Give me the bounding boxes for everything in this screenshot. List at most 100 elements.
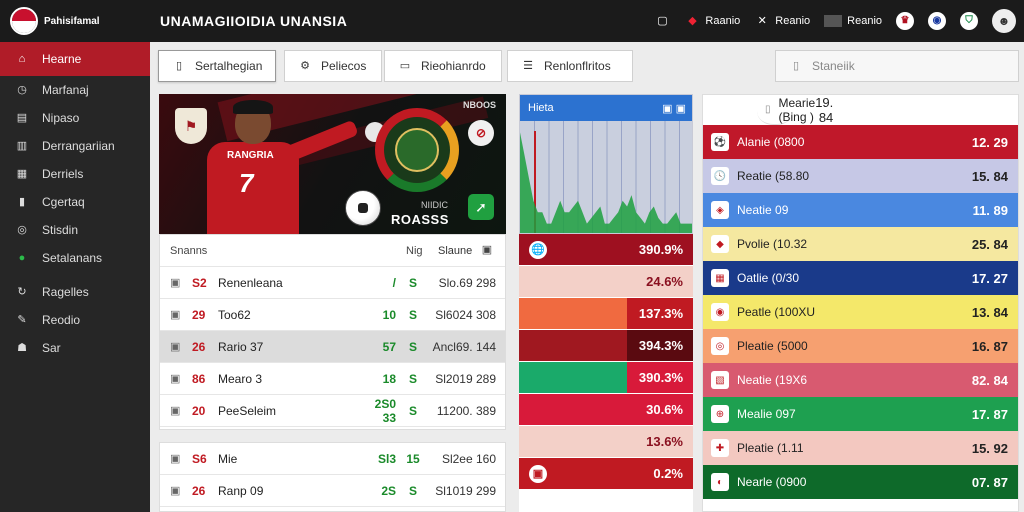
badge-icon: ⊘ bbox=[468, 120, 494, 146]
stats-row[interactable]: ◆ Pvolie (10.32 25. 84 bbox=[703, 227, 1018, 261]
chart-header: Hieta ▣ ▣ bbox=[520, 95, 692, 121]
sidebar-item-9[interactable]: ✎ Reodio bbox=[0, 306, 150, 334]
row-icon: ▣ bbox=[170, 405, 181, 417]
sidebar-item-label: Sar bbox=[42, 341, 61, 355]
percent-row[interactable]: 394.3% bbox=[519, 330, 693, 362]
row-value-b: S bbox=[408, 339, 417, 354]
chat-icon: ▭ bbox=[399, 59, 411, 72]
file-icon: ▯ bbox=[175, 59, 183, 72]
row-value-a: / bbox=[392, 275, 396, 290]
row-value-c: Sl2019 289 bbox=[435, 371, 496, 386]
sidebar-item-4[interactable]: ▦ Derriels bbox=[0, 160, 150, 188]
square-icon: ▯ bbox=[765, 100, 771, 119]
row-value-c: 11200. 389 bbox=[436, 403, 496, 418]
row-value-c: Slo.69 298 bbox=[438, 275, 496, 290]
table-row[interactable]: ▣ 26 Rario 37 57 S Ancl69. 144 bbox=[160, 331, 505, 363]
go-button[interactable]: ➚ bbox=[468, 194, 494, 220]
sidebar-item-2[interactable]: ▤ Nipaso bbox=[0, 104, 150, 132]
nav-monitor[interactable]: ▢ bbox=[654, 13, 670, 29]
nav-item-3[interactable]: Reanio bbox=[824, 15, 882, 27]
stats-label: Alanie (0800 bbox=[737, 135, 805, 149]
sidebar-item-10[interactable]: ☗ Sar bbox=[0, 334, 150, 362]
tab-4[interactable]: ☰ Renlonflritos bbox=[507, 50, 633, 82]
percent-row[interactable]: 390.3% bbox=[519, 362, 693, 394]
monitor-icon: ▢ bbox=[657, 14, 668, 27]
col-name: Snanns bbox=[170, 244, 208, 257]
col-nig: Nig bbox=[406, 244, 423, 257]
stats-value: 17. 27 bbox=[971, 270, 1008, 286]
nav-item-2[interactable]: ✕ Reanio bbox=[754, 13, 810, 29]
team-badge-icon: ◎ bbox=[711, 337, 729, 355]
percent-row[interactable]: 24.6% bbox=[519, 266, 693, 298]
tab-2[interactable]: ⚙ Peliecos bbox=[284, 50, 382, 82]
row-value-b: 15 bbox=[406, 451, 420, 466]
row-value-c: Ancl69. 144 bbox=[432, 339, 496, 354]
percent-row[interactable]: 30.6% bbox=[519, 394, 693, 426]
stats-row[interactable]: ✚ Pleatie (1.11 15. 92 bbox=[703, 431, 1018, 465]
hero-banner[interactable]: ⚑ RANGRIA 7 NBOOS ⊘ NIIDIC ROASSS ➚ bbox=[159, 94, 506, 234]
stats-row[interactable]: ◎ Pleatie (5000 16. 87 bbox=[703, 329, 1018, 363]
sidebar-item-home[interactable]: ⌂ Hearne bbox=[0, 42, 150, 76]
stats-row[interactable]: ⚽ Alanie (0800 12. 29 bbox=[703, 125, 1018, 159]
sidebar-item-5[interactable]: ▮ Cgertaq bbox=[0, 188, 150, 216]
sidebar-item-1[interactable]: ◷ Marfanaj bbox=[0, 76, 150, 104]
sidebar-item-label: Cgertaq bbox=[42, 195, 85, 209]
percent-value: 390.9% bbox=[638, 242, 683, 257]
stats-row[interactable]: 🕓 Reatie (58.80 15. 84 bbox=[703, 159, 1018, 193]
table-row[interactable]: ▣ 29 Too62 10 S Sl6024 308 bbox=[160, 299, 505, 331]
row-icon: ▣ bbox=[170, 341, 181, 353]
table-row[interactable]: ▣ 26 Ranp 09 2S S Sl1019 299 bbox=[160, 475, 505, 507]
stats-row[interactable]: ◈ Neatie 09 11. 89 bbox=[703, 193, 1018, 227]
avatar[interactable]: ☻ bbox=[992, 9, 1016, 33]
table-row[interactable]: ▣ 86 Mearo 3 18 S Sl2019 289 bbox=[160, 363, 505, 395]
sidebar-item-7[interactable]: ● Setalanans bbox=[0, 244, 150, 272]
row-rank: S2 bbox=[192, 275, 207, 290]
expand-icon[interactable]: ▣ bbox=[479, 243, 495, 259]
row-rank: 26 bbox=[192, 483, 206, 498]
row-value-a: 57 bbox=[382, 339, 396, 354]
nav-shield[interactable]: ⛉ bbox=[960, 12, 978, 30]
team-badge-icon: ⊕ bbox=[711, 405, 729, 423]
nav-item-1[interactable]: ◆ Raanio bbox=[684, 13, 740, 29]
tab-1[interactable]: ▯ Sertalhegian bbox=[158, 50, 276, 82]
team-badge-icon: ▧ bbox=[711, 371, 729, 389]
chart-background bbox=[520, 121, 692, 233]
refresh-icon: ↻ bbox=[17, 285, 27, 298]
row-value-b: S bbox=[408, 307, 417, 322]
row-rank: 26 bbox=[192, 339, 206, 354]
stats-row[interactable]: ◐ Nearle (0900 07. 87 bbox=[703, 465, 1018, 499]
table-row[interactable]: ▣ S6 Mie Sl3 15 Sl2ee 160 bbox=[160, 443, 505, 475]
brand[interactable]: Pahisifamal bbox=[0, 7, 150, 35]
sidebar-item-6[interactable]: ◎ Stisdin bbox=[0, 216, 150, 244]
percent-row[interactable]: 13.6% bbox=[519, 426, 693, 458]
percent-row[interactable]: 137.3% bbox=[519, 298, 693, 330]
calendar-icon: ▦ bbox=[16, 167, 28, 180]
sidebar-item-3[interactable]: ▥ Derrangariian bbox=[0, 132, 150, 160]
stats-list: ▯ Mearie (Bing ) 19. 84 ⚽ Alanie (0800 12.… bbox=[702, 94, 1019, 512]
percent-value: 24.6% bbox=[646, 274, 683, 289]
app-title: UNAMAGIIOIDIA UNANSIA bbox=[160, 13, 348, 29]
chart-controls-icon[interactable]: ▣ ▣ bbox=[662, 102, 686, 115]
stats-row[interactable]: ⊕ Mealie 097 17. 87 bbox=[703, 397, 1018, 431]
sidebar-item-8[interactable]: ↻ Ragelles bbox=[0, 278, 150, 306]
percent-row[interactable]: 🌐 390.9% bbox=[519, 234, 693, 266]
nav-trophy[interactable]: ♛ bbox=[896, 12, 914, 30]
row-icon: ▣ bbox=[170, 453, 181, 465]
stats-row[interactable]: ◉ Peatle (100XU 13. 84 bbox=[703, 295, 1018, 329]
stats-row[interactable]: ▦ Oatlie (0/30 17. 27 bbox=[703, 261, 1018, 295]
row-value-c: Sl2ee 160 bbox=[441, 451, 496, 466]
settings-icon: ⚙ bbox=[300, 59, 310, 72]
table-row[interactable]: ▣ S2 Renenleana / S Slo.69 298 bbox=[160, 267, 505, 299]
percent-value: 0.2% bbox=[653, 466, 683, 481]
tab-label: Renlonflritos bbox=[544, 59, 611, 73]
table-row[interactable]: ▣ 20 PeeSeleim 2S0 33 S 11200. 389 bbox=[160, 395, 505, 427]
tab-3[interactable]: ▭ Rieohianrdo bbox=[384, 50, 502, 82]
percent-row[interactable]: ▣ 0.2% bbox=[519, 458, 693, 490]
stats-row[interactable]: ▧ Neatie (19X6 82. 84 bbox=[703, 363, 1018, 397]
search-input[interactable]: ▯ Staneiik bbox=[775, 50, 1019, 82]
nav-globe[interactable]: ◉ bbox=[928, 12, 946, 30]
hero-subtitle: NIIDIC bbox=[421, 200, 448, 210]
table-body: ▣ S2 Renenleana / S Slo.69 298 ▣ 29 Too62 10 S Sl60… bbox=[160, 267, 505, 427]
table-body: ▣ S6 Mie Sl3 15 Sl2ee 160 ▣ 26 Ranp 09 2S S Sl1019 … bbox=[160, 443, 505, 507]
player-image: RANGRIA 7 bbox=[181, 100, 359, 234]
